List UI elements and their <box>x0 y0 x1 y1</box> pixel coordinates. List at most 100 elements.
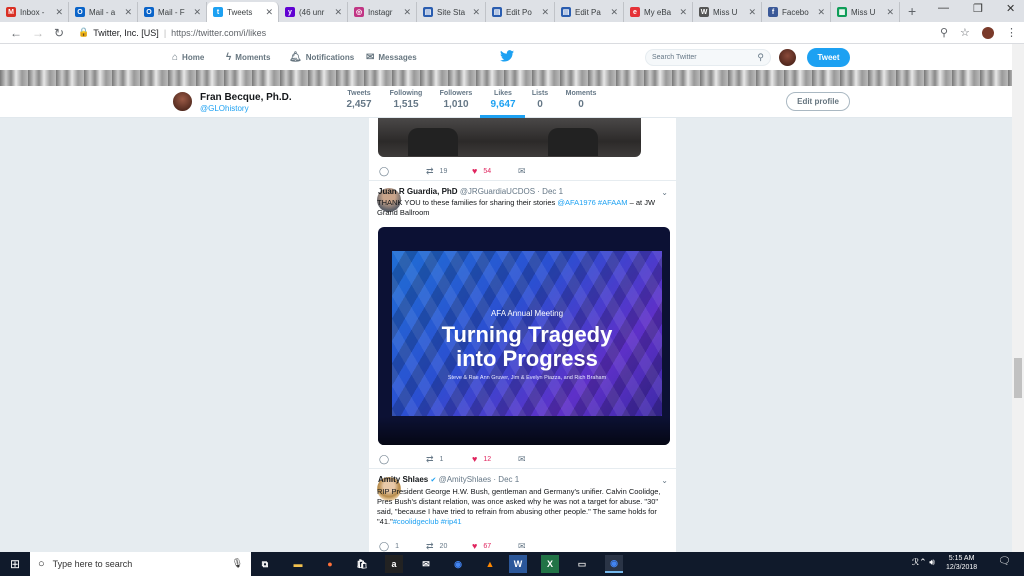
edit-profile-button[interactable]: Edit profile <box>786 92 850 111</box>
direct-message-button[interactable]: ✉ <box>518 541 532 552</box>
tweet-button[interactable]: Tweet <box>807 48 850 67</box>
browser-tab[interactable]: y (46 unr ✕ <box>279 2 348 22</box>
like-button[interactable]: ♥ 67 <box>472 541 491 551</box>
tweet-image[interactable] <box>378 118 641 157</box>
search-input[interactable]: Search Twitter ⚲ <box>645 49 771 66</box>
mail-icon[interactable]: ✉ <box>417 555 435 573</box>
stat-tweets[interactable]: Tweets 2,457 <box>344 90 374 110</box>
retweet-button[interactable]: ⇄ 19 <box>426 166 447 177</box>
profile-avatar[interactable] <box>172 91 193 112</box>
site-identity[interactable]: Twitter, Inc. [US] <box>93 28 159 38</box>
browser-tab[interactable]: M Inbox - ✕ <box>0 2 69 22</box>
tweet-item[interactable]: Juan R Guardia, PhD @JRGuardiaUCDOS · De… <box>369 181 676 469</box>
direct-message-button[interactable]: ✉ <box>518 166 532 177</box>
minimize-icon[interactable]: — <box>938 2 949 14</box>
vlc-icon[interactable]: ▲ <box>481 555 499 573</box>
stat-likes[interactable]: Likes 9,647 <box>484 90 522 110</box>
tweet-hashtag-links[interactable]: @AFA1976 #AFAAM <box>557 198 627 207</box>
tweet-image[interactable]: AFA Annual Meeting Turning Tragedy into P… <box>378 227 670 445</box>
new-tab-icon[interactable]: + <box>908 3 916 19</box>
reply-button[interactable]: ◯ 1 <box>379 541 399 552</box>
browser-tab[interactable]: ◎ Instagr ✕ <box>348 2 417 22</box>
zoom-icon[interactable]: ⚲ <box>940 26 948 39</box>
menu-kebab-icon[interactable]: ⋮ <box>1006 26 1017 39</box>
nav-avatar[interactable] <box>779 49 796 66</box>
browser-tab[interactable]: ▤ Edit Pa ✕ <box>555 2 624 22</box>
close-tab-icon[interactable]: ✕ <box>55 7 63 18</box>
close-window-icon[interactable]: ✕ <box>1006 2 1015 15</box>
back-icon[interactable]: ← <box>10 26 22 40</box>
restore-icon[interactable]: ❐ <box>973 2 983 15</box>
tweet-date[interactable]: · Dec 1 <box>493 475 519 484</box>
browser-tab[interactable]: ▦ Miss U ✕ <box>831 2 900 22</box>
word-icon[interactable]: W <box>509 555 527 573</box>
stat-followers[interactable]: Followers 1,010 <box>436 90 476 110</box>
direct-message-button[interactable]: ✉ <box>518 454 532 465</box>
close-tab-icon[interactable]: ✕ <box>886 7 894 18</box>
chevron-down-icon[interactable]: ⌄ <box>661 188 668 197</box>
like-button[interactable]: ♥ 54 <box>472 166 491 176</box>
amazon-icon[interactable]: a <box>385 555 403 573</box>
stat-following[interactable]: Following 1,515 <box>387 90 425 110</box>
nav-home[interactable]: ⌂ Home <box>172 52 204 63</box>
excel-icon[interactable]: X <box>541 555 559 573</box>
close-tab-icon[interactable]: ✕ <box>610 7 618 18</box>
microphone-icon[interactable]: 🎙︎ <box>232 558 243 569</box>
browser-tab[interactable]: f Facebo ✕ <box>762 2 831 22</box>
author-handle[interactable]: @AmityShlaes <box>439 475 492 484</box>
nav-messages[interactable]: ✉ Messages <box>366 52 417 63</box>
author-name[interactable]: Amity Shlaes <box>378 475 428 484</box>
reply-button[interactable]: ◯ <box>379 166 395 177</box>
stat-moments[interactable]: Moments 0 <box>563 90 599 110</box>
firefox-icon[interactable]: ● <box>321 555 339 573</box>
close-tab-icon[interactable]: ✕ <box>265 7 273 18</box>
close-tab-icon[interactable]: ✕ <box>124 7 132 18</box>
close-tab-icon[interactable]: ✕ <box>472 7 480 18</box>
chrome-active-icon[interactable]: ◉ <box>605 555 623 573</box>
devices-icon[interactable]: ▭ <box>573 555 591 573</box>
nav-moments[interactable]: ϟ Moments <box>226 52 270 63</box>
profile-avatar-icon[interactable] <box>982 27 994 39</box>
page-scrollbar[interactable] <box>1012 44 1024 552</box>
close-tab-icon[interactable]: ✕ <box>679 7 687 18</box>
tweet-item[interactable]: ◯ ⇄ 19 ♥ 54 ✉ <box>369 118 676 181</box>
taskbar-search-input[interactable]: ○ Type here to search 🎙︎ <box>30 552 251 576</box>
browser-tab[interactable]: O Mail - F ✕ <box>138 2 207 22</box>
tweet-item[interactable]: Amity Shlaes ✔ @AmityShlaes · Dec 1 ⌄ RI… <box>369 469 676 552</box>
close-tab-icon[interactable]: ✕ <box>193 7 201 18</box>
retweet-button[interactable]: ⇄ 1 <box>426 454 443 465</box>
retweet-button[interactable]: ⇄ 20 <box>426 541 447 552</box>
bookmark-star-icon[interactable]: ☆ <box>960 26 970 39</box>
close-tab-icon[interactable]: ✕ <box>748 7 756 18</box>
url-input[interactable]: https://twitter.com/i/likes <box>171 28 266 38</box>
task-view-icon[interactable]: ⧉ <box>256 555 274 573</box>
nav-notifications[interactable]: 🔔︎ Notifications <box>289 52 354 63</box>
browser-tab[interactable]: t Tweets ✕ <box>207 2 279 22</box>
file-explorer-icon[interactable]: ▬ <box>289 555 307 573</box>
chevron-down-icon[interactable]: ⌄ <box>661 476 668 485</box>
like-button[interactable]: ♥ 12 <box>472 454 491 464</box>
close-tab-icon[interactable]: ✕ <box>541 7 549 18</box>
browser-tab[interactable]: e My eBa ✕ <box>624 2 693 22</box>
stat-lists[interactable]: Lists 0 <box>530 90 550 110</box>
close-tab-icon[interactable]: ✕ <box>403 7 411 18</box>
tweet-hashtag-links[interactable]: #coolidgeclub #rip41 <box>393 517 462 526</box>
windows-start-icon[interactable]: ⊞ <box>0 552 30 576</box>
browser-tab[interactable]: ▤ Edit Po ✕ <box>486 2 555 22</box>
author-name[interactable]: Juan R Guardia, PhD <box>378 187 458 196</box>
taskbar-clock[interactable]: 5:15 AM 12/3/2018 <box>946 554 977 572</box>
profile-handle[interactable]: @GLOhistory <box>200 104 249 113</box>
author-handle[interactable]: @JRGuardiaUCDOS <box>460 187 535 196</box>
close-tab-icon[interactable]: ✕ <box>334 7 342 18</box>
search-icon[interactable]: ⚲ <box>757 52 764 63</box>
action-center-icon[interactable]: 🗨︎ <box>998 556 1011 567</box>
scrollbar-thumb[interactable] <box>1014 358 1022 398</box>
reply-button[interactable]: ◯ <box>379 454 395 465</box>
close-tab-icon[interactable]: ✕ <box>817 7 825 18</box>
input-indicator-icon[interactable]: ℛ⌃ 🔊︎ <box>912 557 935 568</box>
browser-tab[interactable]: W Miss U ✕ <box>693 2 762 22</box>
browser-tab[interactable]: O Mail - a ✕ <box>69 2 138 22</box>
profile-name[interactable]: Fran Becque, Ph.D. <box>200 92 292 103</box>
reload-icon[interactable]: ↻ <box>54 26 64 40</box>
tweet-date[interactable]: · Dec 1 <box>537 187 563 196</box>
